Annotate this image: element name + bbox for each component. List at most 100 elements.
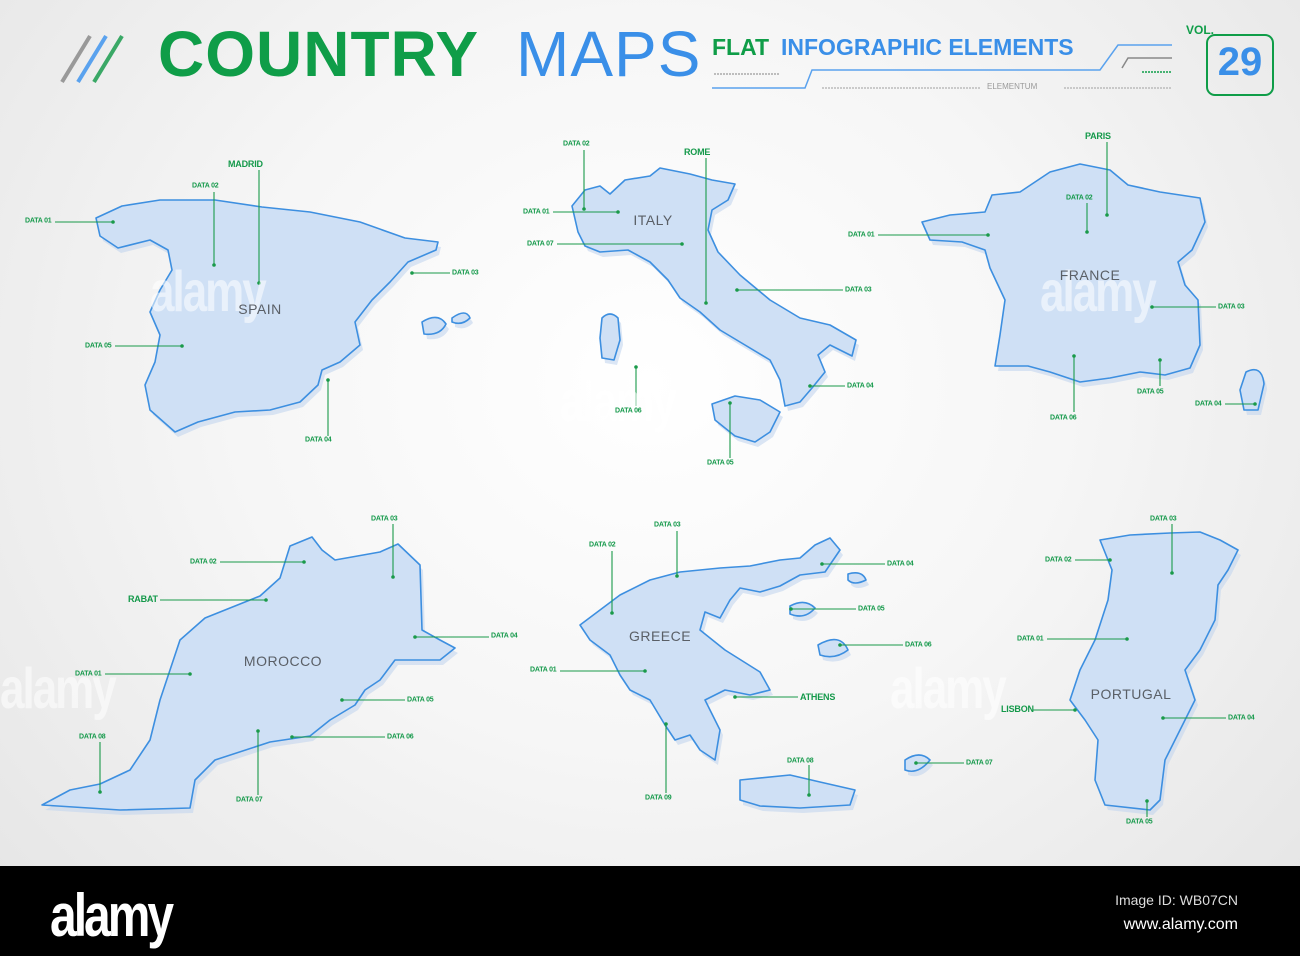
spain-name: SPAIN [238, 301, 282, 317]
leader-dot [820, 562, 824, 566]
leader-dot [986, 233, 990, 237]
capital-label: ATHENS [800, 692, 836, 702]
data-label: DATA 02 [563, 140, 590, 148]
leader-dot [1158, 358, 1162, 362]
data-label: DATA 02 [589, 541, 616, 549]
leader-dot [111, 220, 115, 224]
leader-dot [1073, 708, 1077, 712]
data-label: DATA 06 [615, 407, 642, 415]
portugal-name: PORTUGAL [1090, 686, 1172, 702]
data-label: DATA 04 [1195, 400, 1222, 408]
portugal-map [1069, 531, 1241, 815]
leader-dot [188, 672, 192, 676]
data-label: DATA 09 [645, 794, 672, 802]
data-label: DATA 05 [707, 459, 734, 467]
data-label: DATA 06 [1050, 414, 1077, 422]
data-label: DATA 03 [1150, 515, 1177, 523]
data-label: DATA 04 [847, 382, 874, 390]
greece-map [579, 537, 933, 813]
leader-dot [675, 574, 679, 578]
capital-label: PARIS [1085, 131, 1111, 141]
data-label: DATA 04 [305, 436, 332, 444]
data-label: DATA 02 [190, 558, 217, 566]
leader-dot [98, 790, 102, 794]
leader-dot [582, 207, 586, 211]
leader-dot [1253, 402, 1257, 406]
volume-badge: 29 [1206, 34, 1274, 96]
capital-label: LISBON [1001, 704, 1034, 714]
data-label: DATA 01 [523, 208, 550, 216]
data-label: DATA 01 [530, 666, 557, 674]
alamy-logo: alamy [50, 883, 174, 950]
data-label: DATA 01 [1017, 635, 1044, 643]
data-label: DATA 04 [887, 560, 914, 568]
image-id: Image ID: WB07CN [1115, 892, 1238, 908]
watermark: alamy [890, 657, 1007, 722]
data-label: DATA 03 [452, 269, 479, 277]
italy-name: ITALY [633, 212, 673, 228]
leader-dot [616, 210, 620, 214]
leader-dot [728, 401, 732, 405]
data-label: DATA 06 [905, 641, 932, 649]
greece-region [739, 774, 856, 809]
leader-dot [1108, 558, 1112, 562]
data-label: DATA 03 [371, 515, 398, 523]
leader-dot [410, 271, 414, 275]
data-label: DATA 05 [858, 605, 885, 613]
leader-dot [680, 242, 684, 246]
greece-name: GREECE [628, 628, 692, 644]
greece-region [847, 572, 867, 584]
data-label: DATA 07 [527, 240, 554, 248]
leader-dot [391, 575, 395, 579]
leader-dot [1105, 213, 1109, 217]
portugal-region [1069, 531, 1239, 811]
data-label: DATA 02 [1066, 194, 1093, 202]
leader-dot [1145, 799, 1149, 803]
france-name: FRANCE [1059, 267, 1121, 283]
leader-dot [838, 643, 842, 647]
watermark: alamy [560, 370, 677, 435]
header-slashes [60, 34, 124, 84]
data-label: DATA 05 [407, 696, 434, 704]
data-label: DATA 03 [845, 286, 872, 294]
leader-dot [302, 560, 306, 564]
title-country: COUNTRY [158, 18, 480, 90]
leader-dot [664, 722, 668, 726]
leader-dot [733, 695, 737, 699]
subtitle-infographic-elements: INFOGRAPHIC ELEMENTS [781, 34, 1074, 60]
data-label: DATA 01 [75, 670, 102, 678]
data-label: DATA 08 [787, 757, 814, 765]
leader-dot [326, 378, 330, 382]
capital-label: ROME [684, 147, 711, 157]
brand-elementum: ELEMENTUM [987, 82, 1038, 91]
leader-dot [789, 607, 793, 611]
watermark: alamy [0, 657, 117, 722]
data-label: DATA 01 [25, 217, 52, 225]
leader-dot [264, 598, 268, 602]
leader-dot [914, 761, 918, 765]
subtitle-flat: FLAT [712, 34, 770, 60]
leader-dot [1161, 716, 1165, 720]
leader-dot [340, 698, 344, 702]
morocco-name: MOROCCO [243, 653, 323, 669]
data-label: DATA 04 [1228, 714, 1255, 722]
data-label: DATA 02 [192, 182, 219, 190]
data-label: DATA 07 [966, 759, 993, 767]
data-label: DATA 05 [1137, 388, 1164, 396]
leader-dot [735, 288, 739, 292]
leader-dot [634, 365, 638, 369]
title-maps: MAPS [516, 18, 702, 90]
leader-dot [704, 301, 708, 305]
leader-dot [413, 635, 417, 639]
data-label: DATA 08 [79, 733, 106, 741]
data-label: DATA 05 [1126, 818, 1153, 826]
data-label: DATA 04 [491, 632, 518, 640]
volume-number: 29 [1217, 40, 1263, 84]
data-label: DATA 03 [654, 521, 681, 529]
data-label: DATA 01 [848, 231, 875, 239]
leader-dot [610, 611, 614, 615]
data-label: DATA 07 [236, 796, 263, 804]
site-url[interactable]: www.alamy.com [1124, 916, 1238, 934]
leader-dot [643, 669, 647, 673]
data-label: DATA 02 [1045, 556, 1072, 564]
